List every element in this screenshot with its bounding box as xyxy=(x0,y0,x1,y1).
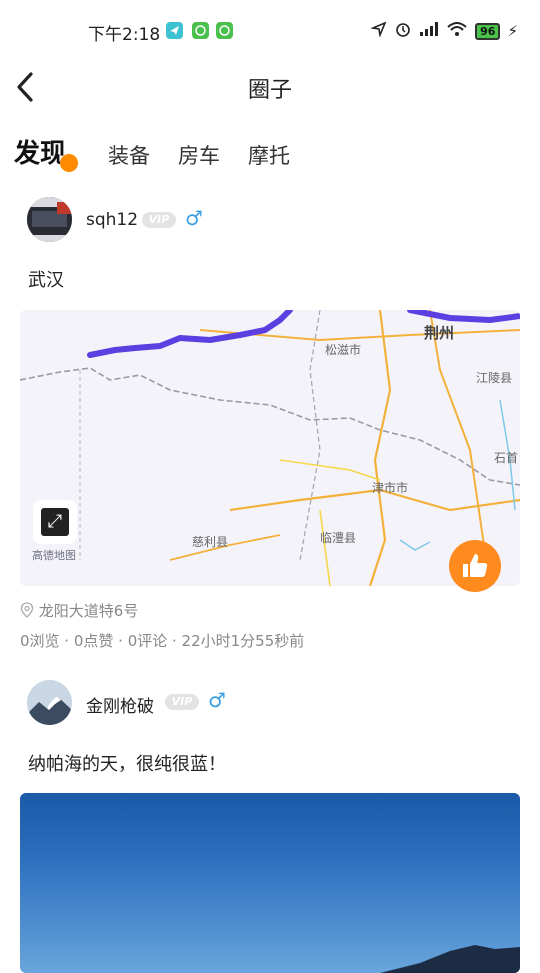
post-photo[interactable] xyxy=(20,793,520,973)
post-text: 纳帕海的天，很纯很蓝！ xyxy=(28,754,226,775)
username[interactable]: 金刚枪破 xyxy=(86,692,154,717)
male-icon: ♂ xyxy=(208,688,226,712)
mountain-silhouette xyxy=(380,945,520,973)
avatar[interactable] xyxy=(27,680,72,725)
post-card: 金刚枪破 VIP ♂ 纳帕海的天，很纯很蓝！ xyxy=(0,0,540,973)
vip-badge: VIP xyxy=(165,694,199,710)
